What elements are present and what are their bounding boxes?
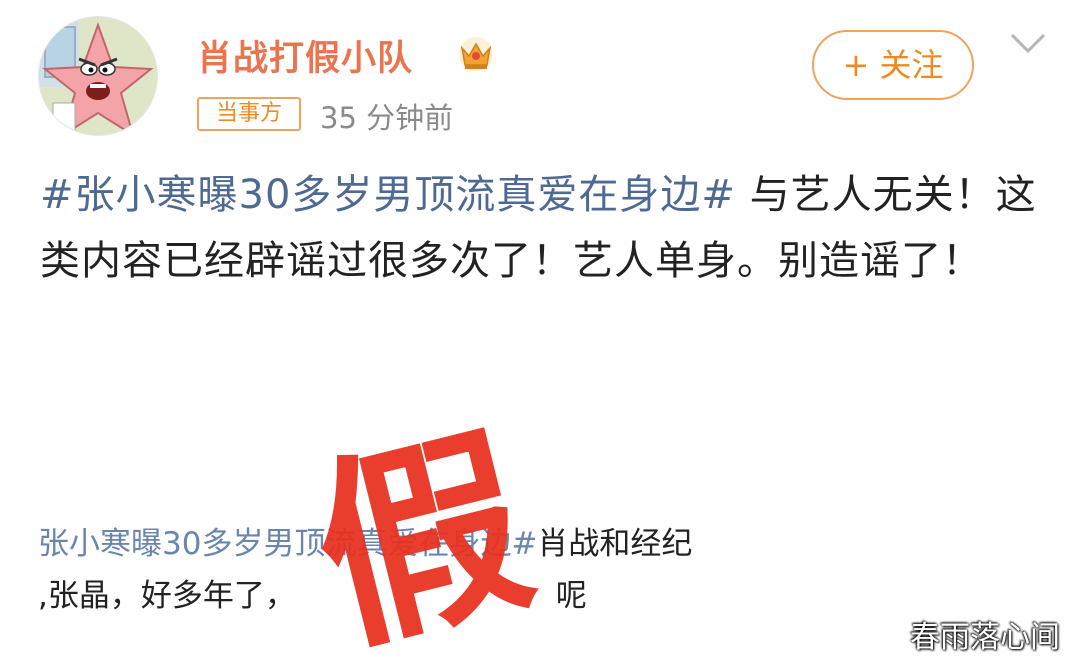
weibo-post-screen: 肖战打假小队 当事方 35 分钟前 + 关注 #张小寒曝30多岁男顶流真爱在身边… <box>0 0 1080 663</box>
crown-icon <box>459 37 493 71</box>
avatar[interactable] <box>38 16 158 136</box>
post-hashtag[interactable]: #张小寒曝30多岁男顶流真爱在身边# <box>40 172 736 218</box>
party-badge: 当事方 <box>197 97 301 131</box>
fragment-line-2-tail: 呢 <box>555 578 587 614</box>
post-text: #张小寒曝30多岁男顶流真爱在身边# 与艺人无关！这类内容已经辟谣过很多次了！艺… <box>40 162 1040 294</box>
post-time: 35 分钟前 <box>320 101 454 135</box>
follow-button[interactable]: + 关注 <box>812 30 974 100</box>
chevron-down-icon[interactable] <box>1008 30 1048 56</box>
fragment-line-1-text: 肖战和经纪 <box>537 526 693 562</box>
username[interactable]: 肖战打假小队 <box>197 30 413 81</box>
fragment-line-2-text: ,张晶，好多年了， <box>38 578 296 614</box>
watermark: 春雨落心间 <box>910 620 1060 655</box>
patrick-star-avatar-icon <box>39 17 157 135</box>
